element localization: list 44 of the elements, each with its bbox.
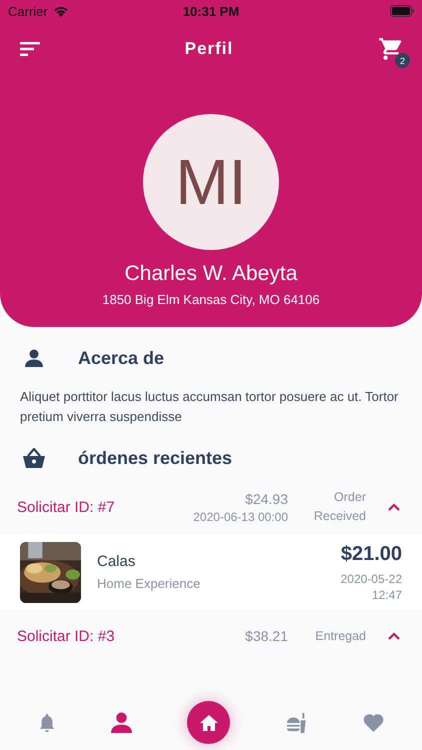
person-icon <box>111 712 132 733</box>
basket-icon <box>22 448 46 468</box>
user-name: Charles W. Abeyta <box>124 262 298 286</box>
page-title: Perfil <box>184 39 234 59</box>
order-status: Order Received <box>312 489 366 525</box>
order-item-card[interactable]: Calas Home Experience $21.00 2020-05-22 12:47 <box>0 534 422 610</box>
bell-icon <box>38 712 56 732</box>
person-icon <box>22 349 46 367</box>
order-status: Entregad <box>314 628 366 645</box>
menu-icon <box>20 42 40 56</box>
nav-bell-tab[interactable] <box>38 712 56 732</box>
nav-food-tab[interactable] <box>286 712 308 732</box>
order-total: $38.21 <box>245 628 288 644</box>
order-total: $24.93 <box>245 490 288 506</box>
order-id: Solicitar ID: #7 <box>17 498 116 516</box>
nav-person-tab[interactable] <box>111 712 132 733</box>
user-address: 1850 Big Elm Kansas City, MO 64106 <box>102 292 320 307</box>
expand-toggle[interactable] <box>388 503 400 511</box>
item-price: $21.00 <box>340 542 402 566</box>
heart-icon <box>363 713 384 732</box>
section-title: órdenes recientes <box>78 448 232 468</box>
cart-icon <box>378 36 404 62</box>
carrier-label: Carrier <box>8 4 48 18</box>
order-id: Solicitar ID: #3 <box>17 628 116 644</box>
chevron-icon <box>388 632 400 640</box>
chevron-icon <box>388 503 400 511</box>
item-subtitle: Home Experience <box>97 576 202 591</box>
menu-button[interactable] <box>18 40 42 58</box>
cart-count-badge: 2 <box>395 53 410 68</box>
section-title: Acerca de <box>78 348 164 368</box>
item-name: Calas <box>97 553 136 570</box>
home-icon <box>198 714 219 732</box>
about-text: Aliquet porttitor lacus luctus accumsan tortor posuere ac ut. Tortor pretium viverra suspendisse <box>20 388 400 426</box>
clock: 10:31 PM <box>182 4 240 18</box>
avatar-initials: MI <box>175 145 247 219</box>
item-time: 12:47 <box>372 588 402 602</box>
order-date: 2020-06-13 00:00 <box>193 510 288 524</box>
battery-icon <box>390 5 414 17</box>
burger-drink-icon <box>286 712 308 732</box>
wifi-icon <box>52 5 69 17</box>
expand-toggle[interactable] <box>388 632 400 640</box>
home-button[interactable] <box>187 701 230 744</box>
item-date: 2020-05-22 <box>340 572 402 586</box>
nav-heart-tab[interactable] <box>363 713 384 732</box>
